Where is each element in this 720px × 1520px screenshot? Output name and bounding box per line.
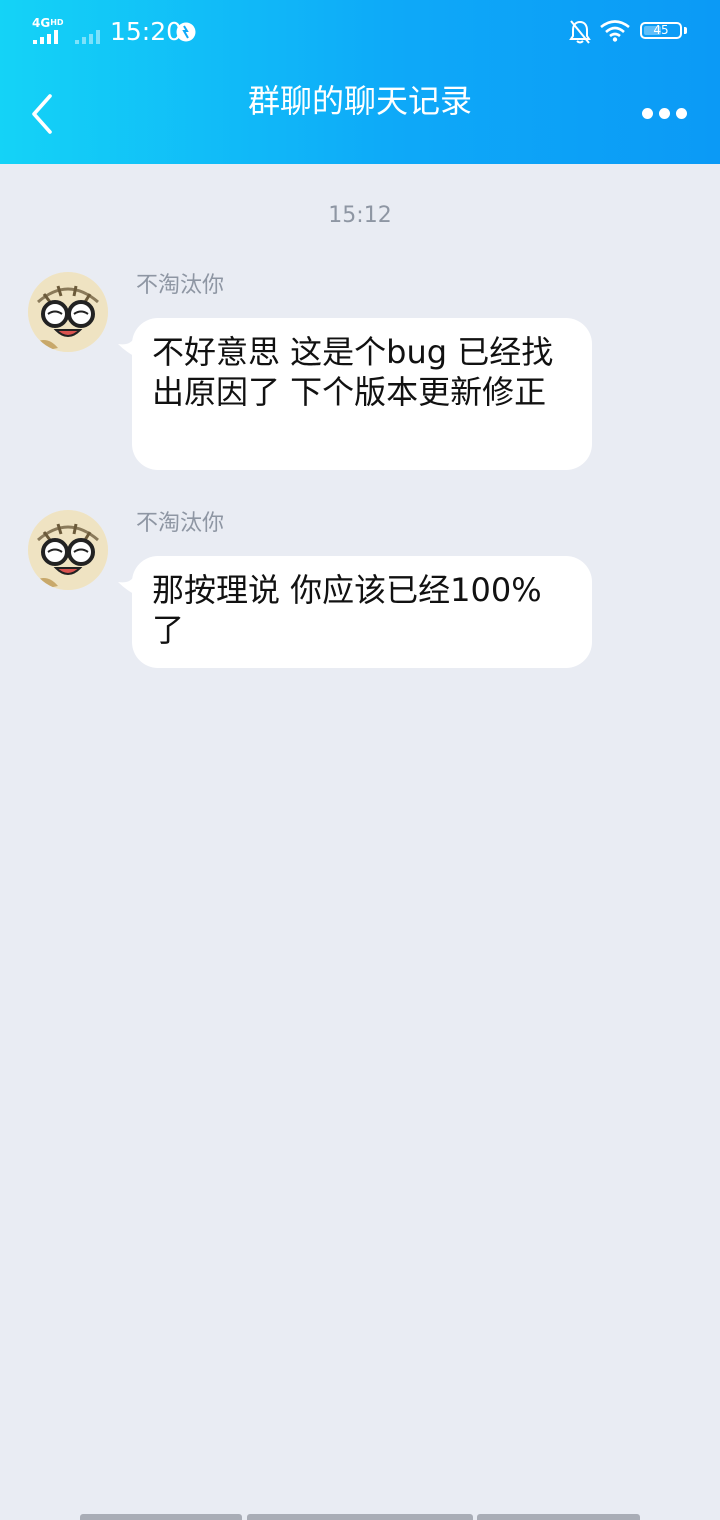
signal-2-icon bbox=[75, 30, 100, 44]
wifi-icon bbox=[600, 20, 630, 42]
back-button[interactable] bbox=[24, 90, 64, 138]
scroll-indicator bbox=[247, 1514, 473, 1520]
sender-name: 不淘汰你 bbox=[136, 273, 225, 298]
scroll-indicator bbox=[80, 1514, 242, 1520]
chevron-left-icon bbox=[32, 94, 52, 134]
data-sync-icon bbox=[176, 22, 196, 42]
notification-off-icon bbox=[569, 20, 591, 44]
status-bar: 4GHD 15:20 45 bbox=[0, 0, 720, 64]
cartoon-avatar-icon bbox=[28, 510, 108, 590]
chat-timestamp: 15:12 bbox=[328, 203, 392, 228]
message-bubble[interactable]: 那按理说 你应该已经100%了 bbox=[132, 556, 592, 668]
scroll-indicator bbox=[477, 1514, 640, 1520]
header-bar: 4GHD 15:20 45 群聊的聊天记录 bbox=[0, 0, 720, 164]
more-button[interactable] bbox=[636, 96, 692, 130]
page-title: 群聊的聊天记录 bbox=[247, 82, 472, 120]
battery-tip bbox=[684, 27, 687, 34]
status-time: 15:20 bbox=[110, 17, 183, 46]
battery-level: 45 bbox=[653, 23, 669, 37]
avatar[interactable] bbox=[28, 272, 108, 352]
more-dot-icon bbox=[659, 108, 670, 119]
cartoon-avatar-icon bbox=[28, 272, 108, 352]
more-dot-icon bbox=[676, 108, 687, 119]
battery-icon: 45 bbox=[640, 22, 682, 39]
more-dot-icon bbox=[642, 108, 653, 119]
signal-icon bbox=[33, 30, 58, 44]
network-type: 4GHD bbox=[32, 16, 64, 30]
avatar[interactable] bbox=[28, 510, 108, 590]
message-bubble[interactable]: 不好意思 这是个bug 已经找出原因了 下个版本更新修正 bbox=[132, 318, 592, 470]
sender-name: 不淘汰你 bbox=[136, 511, 225, 536]
